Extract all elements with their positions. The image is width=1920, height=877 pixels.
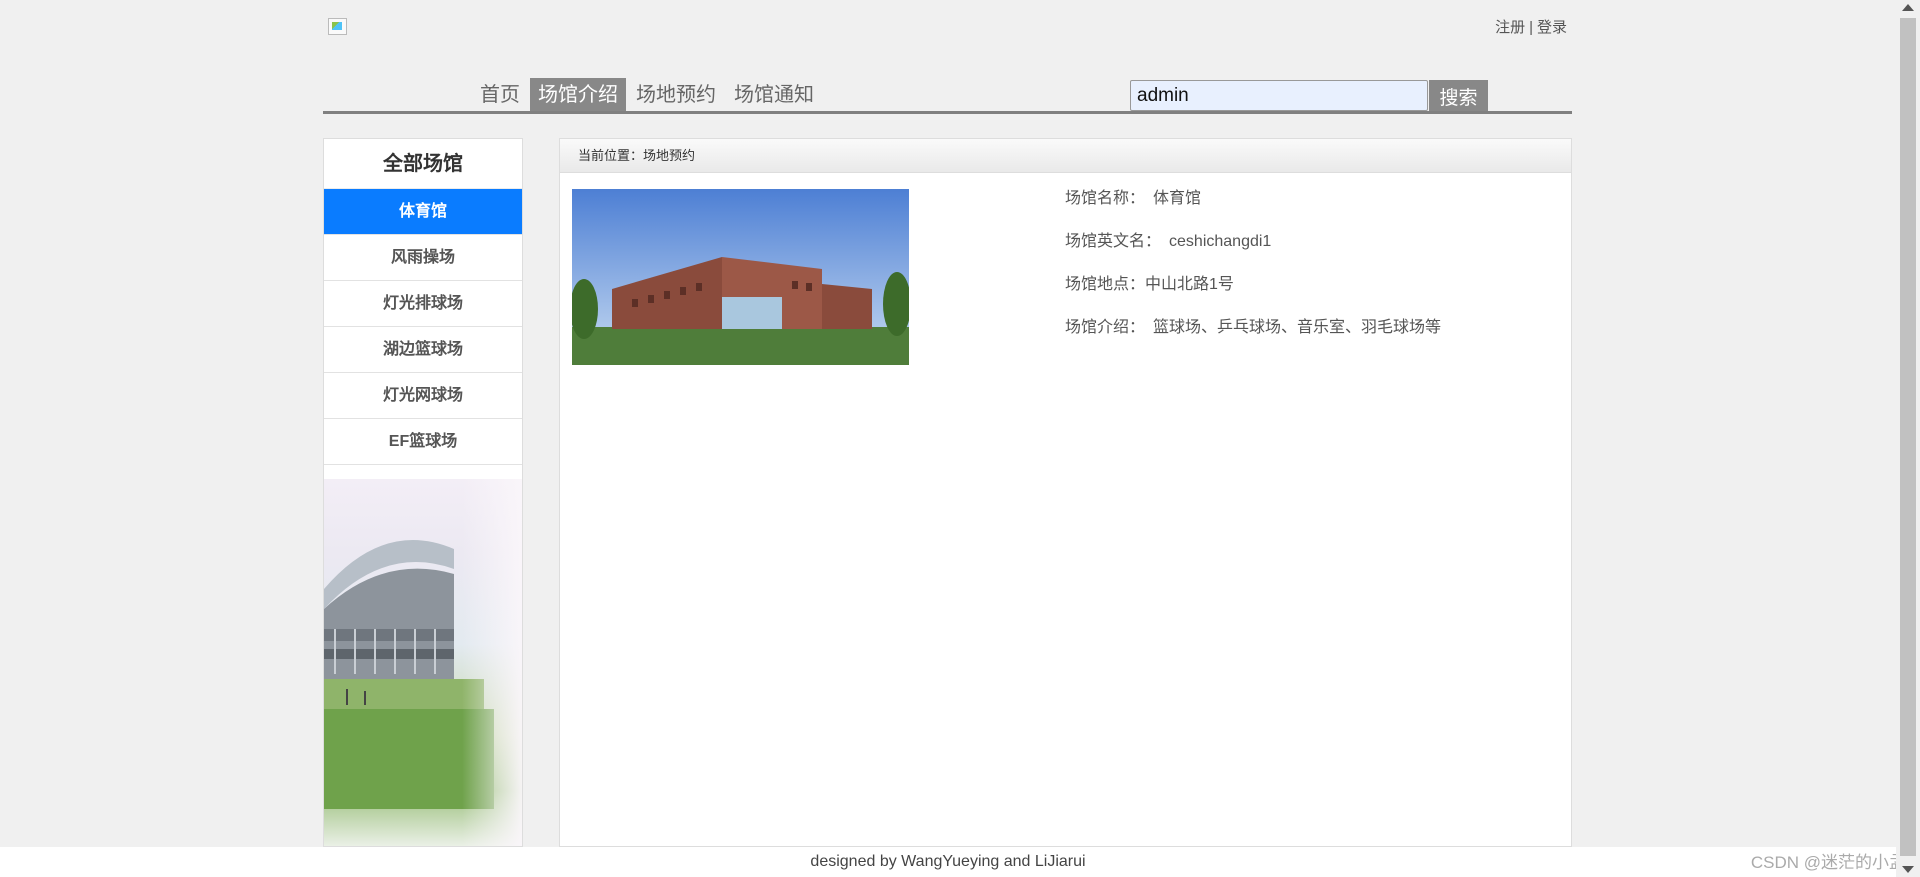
sidebar-item-lakeside-basketball[interactable]: 湖边篮球场 (324, 327, 522, 373)
nav-divider (323, 111, 1572, 114)
nav-booking[interactable]: 场地预约 (628, 78, 724, 112)
sidebar-item-tennis[interactable]: 灯光网球场 (324, 373, 522, 419)
venue-location-value: 中山北路1号 (1145, 276, 1234, 293)
csdn-watermark: CSDN @迷茫的小孟 (1750, 853, 1906, 872)
venue-info: 场馆名称： 体育馆 场馆英文名： ceshichangdi1 场馆地点：中山北路1号… (1065, 187, 1441, 359)
venue-name-label: 场馆名称： (1065, 190, 1146, 207)
sidebar-item-gym[interactable]: 体育馆 (324, 189, 522, 235)
main-nav: 首页 场馆介绍 场地预约 场馆通知 (472, 78, 824, 112)
venue-english-value: ceshichangdi1 (1169, 233, 1272, 250)
venue-name-value: 体育馆 (1153, 190, 1202, 207)
nav-notices[interactable]: 场馆通知 (726, 78, 822, 112)
venue-intro-value: 篮球场、乒乓球场、音乐室、羽毛球场等 (1153, 319, 1442, 336)
venue-photo (572, 189, 909, 365)
venue-english-label: 场馆英文名： (1065, 233, 1162, 250)
scroll-thumb[interactable] (1900, 18, 1916, 856)
nav-home[interactable]: 首页 (472, 78, 528, 112)
venue-english-row: 场馆英文名： ceshichangdi1 (1065, 230, 1441, 273)
logo-broken-image-icon[interactable] (328, 18, 347, 35)
venue-intro-label: 场馆介绍： (1065, 319, 1146, 336)
page: 注册|登录 首页 场馆介绍 场地预约 场馆通知 搜索 全部场馆 体育馆 风雨操场… (0, 0, 1920, 877)
auth-separator: | (1529, 19, 1533, 36)
sidebar-item-volleyball[interactable]: 灯光排球场 (324, 281, 522, 327)
search-bar: 搜索 (1130, 80, 1488, 112)
venue-building-illustration (572, 189, 909, 365)
venue-location-label: 场馆地点： (1065, 276, 1146, 293)
venue-location-row: 场馆地点：中山北路1号 (1065, 273, 1441, 316)
scroll-down-arrow-icon[interactable] (1902, 866, 1914, 873)
main-content: 当前位置：场地预约 场馆名称： 体育馆 场馆英文名： ceshichangdi1… (559, 138, 1572, 847)
venue-intro-row: 场馆介绍： 篮球场、乒乓球场、音乐室、羽毛球场等 (1065, 316, 1441, 359)
sidebar: 全部场馆 体育馆 风雨操场 灯光排球场 湖边篮球场 灯光网球场 EF篮球场 (323, 138, 523, 847)
nav-venue-intro[interactable]: 场馆介绍 (530, 78, 626, 112)
footer: designed by WangYueying and LiJiarui (0, 847, 1896, 877)
sidebar-title: 全部场馆 (324, 139, 522, 189)
auth-links: 注册 | 登录 (1495, 16, 1567, 37)
register-link[interactable]: 注册 (1495, 19, 1525, 36)
venue-name-row: 场馆名称： 体育馆 (1065, 187, 1441, 230)
vertical-scrollbar[interactable] (1896, 0, 1920, 877)
search-input[interactable] (1130, 80, 1428, 111)
breadcrumb: 当前位置：场地预约 (560, 139, 1571, 173)
stadium-decorative-image (324, 479, 522, 846)
login-link[interactable]: 登录 (1537, 19, 1567, 36)
sidebar-item-ef-basketball[interactable]: EF篮球场 (324, 419, 522, 465)
sidebar-item-indoor-field[interactable]: 风雨操场 (324, 235, 522, 281)
scroll-up-arrow-icon[interactable] (1902, 4, 1914, 11)
image-fade-overlay (462, 479, 522, 846)
search-button[interactable]: 搜索 (1429, 80, 1488, 112)
